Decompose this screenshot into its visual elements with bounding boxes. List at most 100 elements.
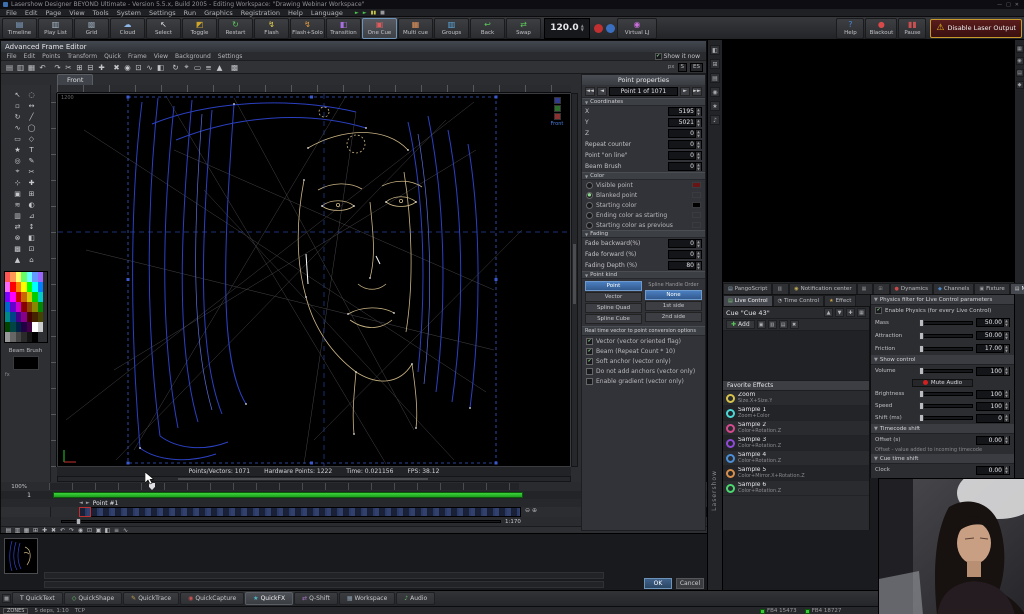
zoom-in-icon[interactable]: ⊕ [532, 507, 537, 514]
quick-tab[interactable]: ⇄ Q-Shift [294, 592, 338, 605]
toolbar-button[interactable]: ◩ Toggle [182, 18, 217, 39]
timeline-zoom-slider[interactable] [61, 520, 501, 523]
quick-tab[interactable]: ✎ QuickTrace [123, 592, 179, 605]
bpm-display[interactable]: 120.0 ▲▼ [544, 18, 590, 39]
timeline-track-b[interactable] [44, 581, 604, 588]
timecode-shift-header[interactable]: ▼Timecode shift [871, 424, 1014, 434]
s-button[interactable]: S [678, 63, 688, 72]
dock-tab[interactable]: ⊞ [873, 283, 889, 294]
tool-button[interactable]: ◐ [25, 199, 39, 210]
favorite-effect-item[interactable]: Zoom Size.X+Size.Y [723, 391, 869, 406]
dock-icon[interactable]: ◉ [710, 87, 720, 97]
palette-color[interactable] [38, 292, 44, 302]
editor-toolbar-icon[interactable]: ◉ [122, 62, 133, 73]
point-index-display[interactable]: Point 1 of 1071 [609, 87, 678, 96]
slider-value[interactable]: 17.00▲▼ [976, 344, 1010, 353]
menu-item[interactable]: Edit [21, 9, 42, 17]
field-input[interactable]: 0▲▼ [668, 129, 702, 138]
tool-button[interactable]: ∿ [11, 122, 25, 133]
window-button[interactable]: □ [1004, 2, 1013, 8]
window-button[interactable]: — [995, 2, 1004, 8]
toolbar-button[interactable]: ⇄ Swap [506, 18, 541, 39]
bpm-stepper[interactable]: ▲▼ [581, 24, 584, 32]
tool-button[interactable]: ▭ [11, 133, 25, 144]
show-it-now-toggle[interactable]: ✔ Show it now [655, 53, 704, 60]
axis-z-icon[interactable] [554, 97, 561, 104]
slider-value[interactable]: 0▲▼ [976, 414, 1010, 423]
tool-button[interactable]: ⊡ [25, 243, 39, 254]
menu-item[interactable]: Graphics [200, 9, 237, 17]
tool-button[interactable]: ⊗ [11, 232, 25, 243]
tool-button[interactable]: ✎ [25, 155, 39, 166]
menu-item[interactable]: Help [284, 9, 307, 17]
toolbar-button[interactable]: ▣ One Cue [362, 18, 397, 39]
field-input[interactable]: 0▲▼ [668, 140, 702, 149]
enable-physics-checkbox[interactable]: ✔ [875, 307, 882, 314]
slider-value[interactable]: 100▲▼ [976, 367, 1010, 376]
quick-tab[interactable]: T QuickText [12, 592, 63, 605]
front-view-tab[interactable]: Front [57, 74, 93, 85]
tool-button[interactable]: ⌂ [25, 254, 39, 265]
next-point-button[interactable]: ► [680, 87, 690, 96]
field-input[interactable]: 0▲▼ [668, 250, 702, 259]
favorite-effect-item[interactable]: Sample 2 Color+Rotation.Z [723, 421, 869, 436]
hscroll-thumb[interactable] [178, 478, 428, 480]
slider-value[interactable]: 100▲▼ [976, 402, 1010, 411]
timeline-zoom-knob[interactable] [76, 518, 81, 525]
menu-item[interactable]: System [113, 9, 145, 17]
frame-thumbnail-strip[interactable] [79, 507, 521, 517]
effect-file-icon[interactable]: ▣ [757, 320, 766, 329]
conversion-checkbox[interactable]: ✔ [586, 338, 593, 345]
tool-button[interactable]: ★ [11, 144, 25, 155]
palette-color[interactable] [38, 322, 44, 332]
dock-icon[interactable]: ♪ [710, 115, 720, 125]
editor-toolbar-icon[interactable]: ▭ [192, 62, 203, 73]
editor-menu-item[interactable]: Background [171, 53, 214, 60]
laser-preview-area[interactable] [723, 40, 1014, 283]
point-kind-button[interactable]: Spline Cube [585, 314, 642, 324]
handle-order-button[interactable]: 1st side [645, 301, 702, 311]
color-swatch[interactable] [692, 192, 701, 198]
transport-button[interactable]: ■ [378, 10, 387, 16]
tool-button[interactable]: ⊹ [11, 177, 25, 188]
field-input[interactable]: 80▲▼ [668, 261, 702, 270]
es-button[interactable]: ES [690, 63, 703, 72]
toolbar-button[interactable]: ↯ Flash+Solo [290, 18, 325, 39]
dock-tab[interactable]: ▦ [857, 283, 874, 294]
tool-button[interactable]: ✂ [25, 166, 39, 177]
tool-button[interactable]: ◧ [25, 232, 39, 243]
dock-icon[interactable]: ⊞ [710, 59, 720, 69]
tool-button[interactable]: ◇ [25, 133, 39, 144]
control-tab[interactable]: ◔ Time Control [773, 295, 824, 306]
menu-item[interactable]: Registration [237, 9, 284, 17]
editor-toolbar-icon[interactable]: ↷ [52, 62, 63, 73]
toolbar-button[interactable]: ↻ Restart [218, 18, 253, 39]
editor-toolbar-icon[interactable]: ∿ [144, 62, 155, 73]
transport-button[interactable]: ▮▮ [369, 10, 379, 16]
tool-button[interactable]: ◯ [25, 122, 39, 133]
tool-button[interactable]: ▥ [11, 210, 25, 221]
axis-y-icon[interactable] [554, 105, 561, 112]
tool-button[interactable]: ⌖ [11, 166, 25, 177]
palette-color[interactable] [38, 312, 44, 322]
prev-point-button[interactable]: ◄ [597, 87, 607, 96]
cue-action-icon[interactable]: ✚ [846, 308, 855, 317]
toolbar-button[interactable]: ▤ Timeline [2, 18, 37, 39]
field-input[interactable]: 0.00▲▼ [976, 436, 1010, 445]
frame-duration-bar[interactable] [53, 492, 523, 498]
dock-icon[interactable]: ★ [710, 101, 720, 111]
favorite-effect-item[interactable]: Sample 3 Color+Rotation.Z [723, 436, 869, 451]
ok-button[interactable]: OK [644, 578, 672, 589]
editor-toolbar-icon[interactable]: ▦ [26, 62, 37, 73]
transport-button[interactable]: ► [361, 10, 369, 16]
far-strip-icon[interactable]: ▦ [1016, 45, 1024, 53]
color-swatch[interactable] [692, 222, 701, 228]
slider-track[interactable] [920, 404, 973, 408]
zones-button[interactable]: ZONES [3, 608, 28, 614]
tool-button[interactable]: ⇄ [11, 221, 25, 232]
effect-file-icon[interactable]: ▥ [768, 320, 777, 329]
zoom-out-icon[interactable]: ⊖ [525, 507, 530, 514]
tool-button[interactable]: ◌ [25, 89, 39, 100]
toolbar-button[interactable]: ↩ Back [470, 18, 505, 39]
timeline-ruler[interactable] [49, 483, 519, 490]
